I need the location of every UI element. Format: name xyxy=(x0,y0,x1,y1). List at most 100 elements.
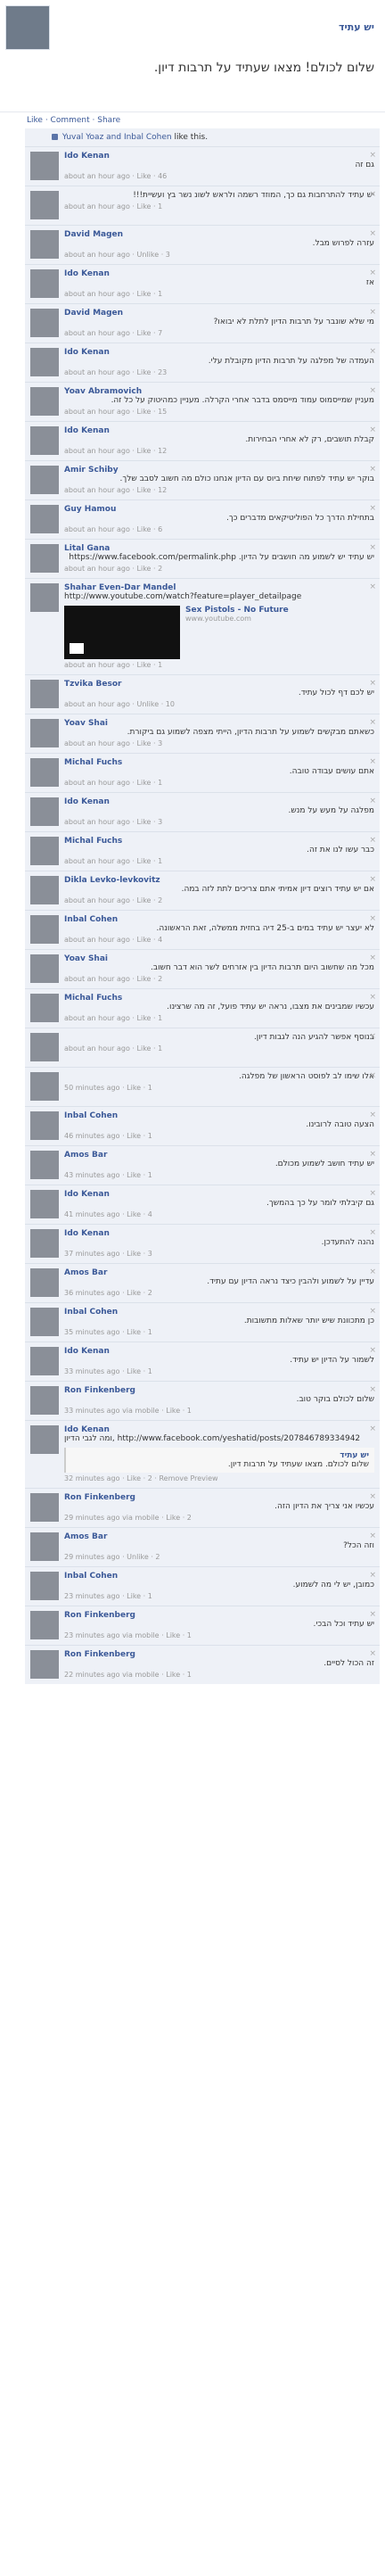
comment-meta[interactable]: 33 minutes ago via mobile · Like · 1 xyxy=(64,1407,374,1415)
commenter-name[interactable]: Amos Bar xyxy=(64,1532,374,1541)
commenter-avatar[interactable] xyxy=(30,426,59,455)
comment-meta[interactable]: about an hour ago · Like · 1 xyxy=(64,1014,374,1022)
comment-meta[interactable]: 29 minutes ago via mobile · Like · 2 xyxy=(64,1514,374,1522)
commenter-avatar[interactable] xyxy=(30,1151,59,1179)
commenter-avatar[interactable] xyxy=(30,1425,59,1454)
comment-meta[interactable]: about an hour ago · Like · 2 xyxy=(64,896,374,904)
commenter-name[interactable]: Shahar Even-Dar Mandel xyxy=(64,583,374,592)
video-title[interactable]: Sex Pistols - No Future xyxy=(185,606,289,615)
close-icon[interactable]: × xyxy=(369,1424,376,1433)
comment-meta[interactable]: about an hour ago · Like · 1 xyxy=(64,1044,374,1053)
commenter-avatar[interactable] xyxy=(30,1347,59,1375)
close-icon[interactable]: × xyxy=(369,1532,376,1540)
commenter-name[interactable]: Michal Fuchs xyxy=(64,758,374,767)
commenter-avatar[interactable] xyxy=(30,1650,59,1679)
close-icon[interactable]: × xyxy=(369,1571,376,1580)
close-icon[interactable]: × xyxy=(369,1267,376,1276)
commenter-name[interactable]: Guy Hamou xyxy=(64,505,374,514)
commenter-avatar[interactable] xyxy=(30,230,59,259)
close-icon[interactable]: × xyxy=(369,1492,376,1501)
commenter-avatar[interactable] xyxy=(30,1229,59,1258)
video-preview[interactable]: Sex Pistols - No Future www.youtube.com xyxy=(64,606,374,659)
shared-post-preview[interactable]: יש עתיד שלום לכולם. מצאו שעתיד על תרבות ד… xyxy=(64,1448,374,1473)
commenter-avatar[interactable] xyxy=(30,1532,59,1561)
close-icon[interactable]: × xyxy=(369,308,376,317)
commenter-name[interactable]: Inbal Cohen xyxy=(64,915,374,924)
commenter-avatar[interactable] xyxy=(30,915,59,944)
close-icon[interactable]: × xyxy=(369,151,376,160)
close-icon[interactable]: × xyxy=(369,425,376,434)
commenter-avatar[interactable] xyxy=(30,309,59,337)
close-icon[interactable]: × xyxy=(369,1385,376,1394)
comment-meta[interactable]: about an hour ago · Like · 1 xyxy=(64,857,374,865)
commenter-name[interactable]: Inbal Cohen xyxy=(64,1572,374,1581)
play-icon[interactable] xyxy=(70,643,84,654)
comment-meta[interactable]: 50 minutes ago · Like · 1 xyxy=(64,1084,374,1092)
close-icon[interactable]: × xyxy=(369,347,376,356)
commenter-name[interactable]: Ron Finkenberg xyxy=(64,1386,374,1395)
commenter-name[interactable]: Michal Fuchs xyxy=(64,994,374,1003)
commenter-name[interactable]: Amos Bar xyxy=(64,1151,374,1160)
comment-meta[interactable]: about an hour ago · Unlike · 3 xyxy=(64,251,374,259)
commenter-avatar[interactable] xyxy=(30,758,59,787)
comment-meta[interactable]: about an hour ago · Like · 23 xyxy=(64,368,374,376)
commenter-avatar[interactable] xyxy=(30,797,59,826)
comment-meta[interactable]: about an hour ago · Like · 6 xyxy=(64,525,374,533)
commenter-avatar[interactable] xyxy=(30,1033,59,1061)
comment-meta[interactable]: about an hour ago · Like · 1 xyxy=(64,290,374,298)
commenter-avatar[interactable] xyxy=(30,583,59,612)
close-icon[interactable]: × xyxy=(369,797,376,805)
close-icon[interactable]: × xyxy=(369,582,376,591)
close-icon[interactable]: × xyxy=(369,229,376,238)
commenter-avatar[interactable] xyxy=(30,1268,59,1297)
commenter-name[interactable]: Ido Kenan xyxy=(64,1425,374,1434)
page-avatar[interactable] xyxy=(5,5,50,50)
close-icon[interactable]: × xyxy=(369,993,376,1002)
commenter-avatar[interactable] xyxy=(30,1611,59,1639)
commenter-name[interactable]: Ido Kenan xyxy=(64,1229,374,1238)
comment-meta[interactable]: about an hour ago · Like · 12 xyxy=(64,486,374,494)
comment-meta[interactable]: about an hour ago · Unlike · 10 xyxy=(64,700,374,708)
close-icon[interactable]: × xyxy=(369,1228,376,1237)
commenter-avatar[interactable] xyxy=(30,954,59,983)
close-icon[interactable]: × xyxy=(369,268,376,277)
comment-meta[interactable]: about an hour ago · Like · 4 xyxy=(64,936,374,944)
commenter-name[interactable]: Ido Kenan xyxy=(64,426,374,435)
commenter-avatar[interactable] xyxy=(30,1386,59,1415)
comment-meta[interactable]: about an hour ago · Like · 15 xyxy=(64,408,374,416)
commenter-avatar[interactable] xyxy=(30,152,59,180)
comment-meta[interactable]: 46 minutes ago · Like · 1 xyxy=(64,1132,374,1140)
commenter-name[interactable]: Yoav Shai xyxy=(64,954,374,963)
commenter-name[interactable]: Amir Schiby xyxy=(64,466,374,475)
comment-meta[interactable]: about an hour ago · Like · 1 xyxy=(64,661,374,669)
comment-meta[interactable]: 43 minutes ago · Like · 1 xyxy=(64,1171,374,1179)
close-icon[interactable]: × xyxy=(369,1110,376,1119)
commenter-name[interactable]: Inbal Cohen xyxy=(64,1308,374,1317)
commenter-avatar[interactable] xyxy=(30,387,59,416)
comment-meta[interactable]: 41 minutes ago · Like · 4 xyxy=(64,1210,374,1218)
close-icon[interactable]: × xyxy=(369,386,376,395)
commenter-avatar[interactable] xyxy=(30,1072,59,1101)
commenter-avatar[interactable] xyxy=(30,505,59,533)
commenter-name[interactable]: Ron Finkenberg xyxy=(64,1650,374,1659)
comment-meta[interactable]: about an hour ago · Like · 12 xyxy=(64,447,374,455)
commenter-name[interactable]: David Magen xyxy=(64,309,374,318)
shared-post-title[interactable]: יש עתיד xyxy=(71,1451,369,1460)
video-thumbnail[interactable] xyxy=(64,606,180,659)
commenter-avatar[interactable] xyxy=(30,719,59,747)
close-icon[interactable]: × xyxy=(369,914,376,923)
commenter-name[interactable]: David Magen xyxy=(64,230,374,239)
comment-meta[interactable]: about an hour ago · Like · 3 xyxy=(64,739,374,747)
commenter-name[interactable]: Yoav Abramovich xyxy=(64,387,374,396)
commenter-name[interactable]: Ido Kenan xyxy=(64,348,374,357)
commenter-avatar[interactable] xyxy=(30,1111,59,1140)
close-icon[interactable]: × xyxy=(369,465,376,474)
like-link[interactable]: Like xyxy=(27,116,43,125)
commenter-avatar[interactable] xyxy=(30,1572,59,1600)
commenter-avatar[interactable] xyxy=(30,1308,59,1336)
comment-meta[interactable]: about an hour ago · Like · 1 xyxy=(64,202,374,211)
commenter-name[interactable]: Ido Kenan xyxy=(64,1347,374,1356)
commenter-name[interactable]: Ido Kenan xyxy=(64,269,374,278)
close-icon[interactable]: × xyxy=(369,757,376,766)
commenter-avatar[interactable] xyxy=(30,680,59,708)
